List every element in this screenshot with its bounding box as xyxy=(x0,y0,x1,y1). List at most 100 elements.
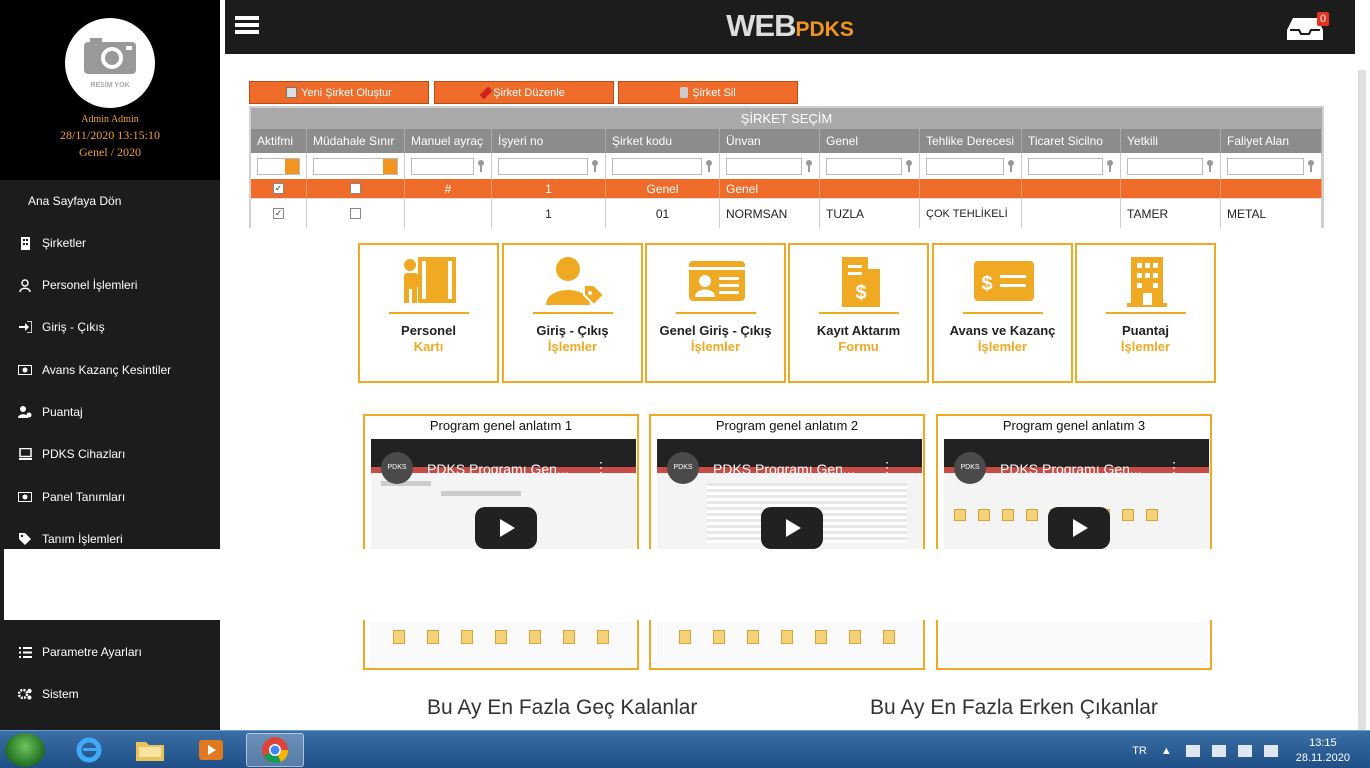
checkbox-limit[interactable] xyxy=(350,183,361,194)
edit-company-button[interactable]: Şirket Düzenle xyxy=(434,81,614,104)
delete-company-button[interactable]: Şirket Sil xyxy=(618,81,798,104)
sidebar-item-devices[interactable]: PDKS Cihazları xyxy=(0,439,220,469)
checkbox-active[interactable]: ✓ xyxy=(273,208,284,219)
late-arrivals-heading: Bu Ay En Fazla Geç Kalanlar xyxy=(427,696,698,719)
tile-entry-exit[interactable]: Giriş - Çıkış İşlemler xyxy=(502,243,643,383)
svg-text:$: $ xyxy=(981,273,992,295)
tile-subtitle: İşlemler xyxy=(547,339,598,354)
pencil-icon xyxy=(479,86,493,99)
sidebar-item-personnel[interactable]: Personel İşlemleri xyxy=(0,270,220,300)
checkbox-limit[interactable] xyxy=(350,208,361,219)
filter-input[interactable] xyxy=(498,157,588,175)
tag-icon xyxy=(18,532,32,546)
page-scrollbar[interactable] xyxy=(1358,70,1366,730)
column-header[interactable]: Aktifmi xyxy=(251,129,307,153)
tile-timesheet[interactable]: Puantaj İşlemler xyxy=(1075,243,1216,383)
video-player[interactable]: PDKS PDKS Programı Gen... ⋮ xyxy=(944,439,1209,551)
money-icon xyxy=(18,363,32,377)
filter-input[interactable] xyxy=(411,157,474,175)
tile-advance-earning[interactable]: $ Avans ve Kazanç İşlemler xyxy=(932,243,1073,383)
table-row-selected[interactable]: ✓ # 1 Genel Genel xyxy=(251,179,1322,198)
explorer-app-button[interactable] xyxy=(123,733,177,767)
sidebar-item-panels[interactable]: Panel Tanımları xyxy=(0,482,220,512)
filter-cell xyxy=(251,153,307,179)
start-button[interactable] xyxy=(5,733,45,767)
tile-title: Personel xyxy=(401,323,456,338)
sidebar-item-home[interactable]: Ana Sayfaya Dön xyxy=(0,186,220,216)
column-header[interactable]: Tehlike Derecesi xyxy=(920,129,1022,153)
filter-select-active[interactable] xyxy=(257,157,300,175)
column-header[interactable]: Müdahale Sınır xyxy=(307,129,405,153)
sidebar-item-advances[interactable]: Avans Kazanç Kesintiler xyxy=(0,355,220,385)
thumb-line xyxy=(441,491,521,496)
taskbar-clock[interactable]: 13:15 28.11.2020 xyxy=(1296,736,1350,766)
column-header[interactable]: Faliyet Alan xyxy=(1221,129,1322,153)
device-tray-icon[interactable] xyxy=(1211,745,1226,757)
checkbox-active[interactable]: ✓ xyxy=(273,183,284,194)
dropdown-arrow-icon xyxy=(285,158,299,174)
media-app-button[interactable] xyxy=(184,733,238,767)
filter-cell xyxy=(1022,153,1121,179)
channel-logo: PDKS xyxy=(954,452,986,484)
filter-input[interactable] xyxy=(926,157,1004,175)
play-button[interactable] xyxy=(475,507,537,549)
table-cell xyxy=(307,179,405,198)
profile-panel: RESİM YOK Admin Admin 28/11/2020 13:15:1… xyxy=(0,0,220,180)
sidebar-item-companies[interactable]: Şirketler xyxy=(0,228,220,258)
column-header[interactable]: Manuel ayraç xyxy=(405,129,492,153)
tile-general-entry-exit[interactable]: Genel Giriş - Çıkış İşlemler xyxy=(645,243,786,383)
filter-input[interactable] xyxy=(726,157,802,175)
ie-app-button[interactable] xyxy=(62,733,116,767)
column-header[interactable]: Yetkili xyxy=(1121,129,1221,153)
column-header[interactable]: İşyeri no xyxy=(492,129,606,153)
column-header[interactable]: Ünvan xyxy=(720,129,820,153)
media-player-icon xyxy=(199,740,223,760)
more-options-icon[interactable]: ⋮ xyxy=(880,459,894,476)
filter-input[interactable] xyxy=(1127,157,1203,175)
invoice-dollar-icon: $ xyxy=(842,257,880,307)
filter-input[interactable] xyxy=(826,157,902,175)
filter-cell xyxy=(307,153,405,179)
video-card-3: Program genel anlatım 3 PDKS PDKS Progra… xyxy=(936,414,1212,670)
play-button[interactable] xyxy=(761,507,823,549)
avatar[interactable]: RESİM YOK xyxy=(65,18,155,108)
video-player[interactable]: PDKS PDKS Programı Gen... ⋮ xyxy=(371,439,636,551)
tray-expand-icon[interactable]: ▲ xyxy=(1161,745,1172,757)
filter-select-limit[interactable] xyxy=(313,157,398,175)
sidebar-item-timesheet[interactable]: Puantaj xyxy=(0,397,220,427)
network-icon[interactable] xyxy=(1237,745,1252,757)
tile-record-transfer[interactable]: $ Kayıt Aktarım Formu xyxy=(788,243,929,383)
filter-input[interactable] xyxy=(1227,157,1304,175)
sidebar-item-entry-exit[interactable]: Giriş - Çıkış xyxy=(0,312,220,342)
volume-icon[interactable] xyxy=(1263,745,1278,757)
user-tag-icon xyxy=(546,257,604,307)
list-icon xyxy=(18,645,32,659)
sidebar-item-label: PDKS Cihazları xyxy=(42,447,126,461)
more-options-icon[interactable]: ⋮ xyxy=(1167,459,1181,476)
flag-icon[interactable] xyxy=(1185,745,1200,757)
language-indicator[interactable]: TR xyxy=(1132,745,1147,757)
new-company-button[interactable]: Yeni Şirket Oluştur xyxy=(249,81,429,104)
column-header[interactable]: Ticaret Sicilno xyxy=(1022,129,1121,153)
sidebar-item-system[interactable]: Sistem xyxy=(0,679,220,709)
filter-input[interactable] xyxy=(612,157,702,175)
table-row[interactable]: ✓ 1 01 NORMSAN TUZLA ÇOK TEHLİKELİ TAMER… xyxy=(251,198,1322,228)
clock-date: 28.11.2020 xyxy=(1295,752,1350,764)
video-card-1: Program genel anlatım 1 PDKS PDKS Progra… xyxy=(363,414,639,670)
sidebar-item-label: Tanım İşlemleri xyxy=(42,532,123,546)
notification-button[interactable]: 0 xyxy=(1287,12,1329,42)
column-header[interactable]: Şirket kodu xyxy=(606,129,720,153)
chrome-app-button[interactable] xyxy=(246,733,304,767)
tile-title: Giriş - Çıkış xyxy=(536,323,609,338)
more-options-icon[interactable]: ⋮ xyxy=(594,459,608,476)
video-player[interactable]: PDKS PDKS Programı Gen... ⋮ xyxy=(657,439,922,551)
video-title: PDKS Programı Gen... xyxy=(713,461,855,477)
filter-icon xyxy=(1207,160,1213,172)
filter-input[interactable] xyxy=(1028,157,1103,175)
tile-personnel-card[interactable]: Personel Kartı xyxy=(358,243,499,383)
camera-icon xyxy=(84,38,136,74)
sidebar-item-parameters[interactable]: Parametre Ayarları xyxy=(0,637,220,667)
sidebar-item-label: Puantaj xyxy=(42,405,83,419)
play-button[interactable] xyxy=(1048,507,1110,549)
column-header[interactable]: Genel xyxy=(820,129,920,153)
